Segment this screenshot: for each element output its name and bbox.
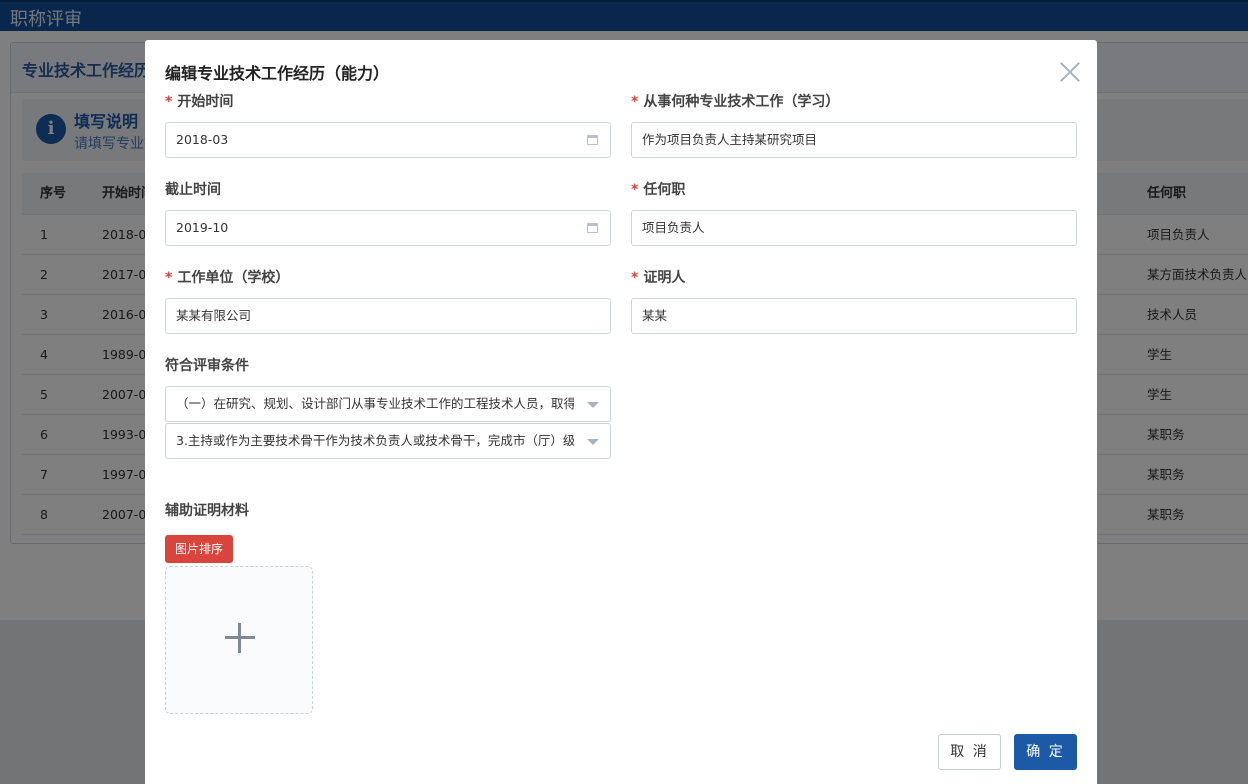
dialog-title: 编辑专业技术工作经历（能力） — [165, 64, 390, 83]
start-time-field[interactable]: 2018-03 — [165, 122, 611, 158]
position-label: * 任何职 — [631, 179, 685, 199]
start-time-label: * 开始时间 — [165, 91, 233, 111]
chevron-down-icon[interactable] — [587, 439, 599, 445]
end-time-label-text: 截止时间 — [165, 182, 221, 198]
calendar-icon[interactable] — [587, 223, 598, 233]
image-upload-area[interactable] — [165, 566, 313, 714]
criteria-label: 符合评审条件 — [165, 355, 249, 375]
witness-input[interactable]: 某某 — [631, 298, 1077, 334]
calendar-icon[interactable] — [587, 135, 598, 145]
end-time-label: 截止时间 — [165, 179, 221, 199]
required-mark: * — [631, 270, 639, 286]
work-type-label: * 从事何种专业技术工作（学习） — [631, 91, 839, 111]
witness-value: 某某 — [642, 308, 668, 323]
witness-label: * 证明人 — [631, 267, 685, 287]
attachments-label: 辅助证明材料 — [165, 500, 249, 520]
start-time-label-text: 开始时间 — [177, 94, 234, 110]
edit-experience-dialog: 编辑专业技术工作经历（能力） * 开始时间 2018-03 * 从事何种专业技术工作… — [145, 40, 1097, 784]
employer-label: * 工作单位（学校） — [165, 267, 289, 287]
position-value: 项目负责人 — [642, 220, 705, 235]
confirm-button[interactable]: 确 定 — [1014, 734, 1077, 770]
employer-value: 某某有限公司 — [176, 308, 252, 323]
close-icon[interactable] — [1059, 61, 1081, 83]
position-input[interactable]: 项目负责人 — [631, 210, 1077, 246]
required-mark: * — [631, 94, 639, 110]
cancel-button[interactable]: 取 消 — [938, 734, 1001, 770]
criteria-category-value: （一）在研究、规划、设计部门从事专业技术工作的工程技术人员，取得中级 — [176, 396, 574, 411]
criteria-item-value: 3.主持或作为主要技术骨干作为技术负责人或技术骨干，完成市（厅）级以上 — [176, 433, 574, 448]
work-type-input[interactable]: 作为项目负责人主持某研究项目 — [631, 122, 1077, 158]
plus-icon — [225, 623, 255, 653]
required-mark: * — [165, 94, 173, 110]
criteria-select-item[interactable]: 3.主持或作为主要技术骨干作为技术负责人或技术骨干，完成市（厅）级以上 — [165, 423, 611, 459]
work-type-value: 作为项目负责人主持某研究项目 — [642, 132, 818, 147]
end-time-field[interactable]: 2019-10 — [165, 210, 611, 246]
work-type-label-text: 从事何种专业技术工作（学习） — [643, 94, 840, 110]
required-mark: * — [631, 182, 639, 198]
attachments-label-text: 辅助证明材料 — [165, 503, 249, 519]
employer-label-text: 工作单位（学校） — [177, 270, 290, 286]
sort-images-button[interactable]: 图片排序 — [165, 535, 233, 563]
chevron-down-icon[interactable] — [587, 402, 599, 408]
required-mark: * — [165, 270, 173, 286]
start-time-value: 2018-03 — [176, 132, 229, 147]
position-label-text: 任何职 — [643, 182, 686, 198]
end-time-value: 2019-10 — [176, 220, 229, 235]
criteria-label-text: 符合评审条件 — [165, 358, 249, 374]
employer-input[interactable]: 某某有限公司 — [165, 298, 611, 334]
witness-label-text: 证明人 — [643, 270, 686, 286]
criteria-select-category[interactable]: （一）在研究、规划、设计部门从事专业技术工作的工程技术人员，取得中级 — [165, 386, 611, 422]
